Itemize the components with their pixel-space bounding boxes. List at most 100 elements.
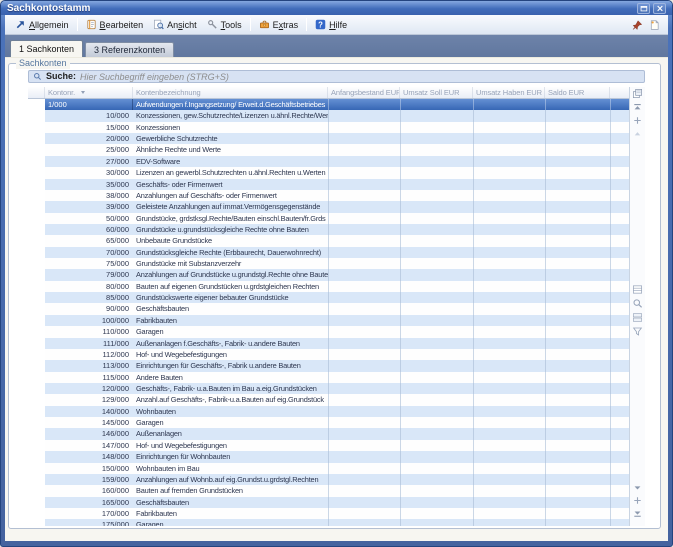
row-gutter	[28, 440, 45, 451]
table-row[interactable]: 159/000Anzahlungen auf Wohnb.auf eig.Gru…	[28, 474, 629, 485]
amount-cell	[473, 235, 545, 246]
column-header-kontenbezeichnung[interactable]: Kontenbezeichnung	[133, 87, 328, 98]
amount-cell	[400, 303, 473, 314]
table-row[interactable]: 60/000Grundstücke u.grundstücksgleiche R…	[28, 224, 629, 235]
table-row[interactable]: 79/000Anzahlungen auf Grundstücke u.grun…	[28, 269, 629, 280]
table-row[interactable]: 90/000Geschäftsbauten	[28, 303, 629, 314]
restore-button[interactable]	[637, 3, 650, 14]
amount-cell	[545, 292, 610, 303]
table-row[interactable]: 147/000Hof- und Wegebefestigungen	[28, 440, 629, 451]
row-gutter	[28, 133, 45, 144]
filter-icon[interactable]	[632, 326, 643, 337]
tab-3-referenzkonten[interactable]: 3 Referenzkonten	[85, 42, 174, 57]
column-header-umsatz-soll-eur[interactable]: Umsatz Soll EUR	[400, 87, 473, 98]
table-row[interactable]: 75/000Grundstücke mit Substanzverzehr	[28, 258, 629, 269]
account-name-cell: Aufwendungen f.Ingangsetzung/ Erweit.d.G…	[133, 99, 328, 110]
scroll-up-pale-icon[interactable]	[632, 128, 643, 139]
amount-cell	[328, 519, 400, 526]
table-row[interactable]: 35/000Geschäfts- oder Firmenwert	[28, 179, 629, 190]
amount-cell	[328, 281, 400, 292]
table-row[interactable]: 112/000Hof- und Wegebefestigungen	[28, 349, 629, 360]
table-row[interactable]: 113/000Einrichtungen für Geschäfts-, Fab…	[28, 360, 629, 371]
amount-cell	[328, 326, 400, 337]
amount-cell	[400, 201, 473, 212]
close-button[interactable]	[653, 3, 666, 14]
table-row[interactable]: 25/000Ähnliche Rechte und Werte	[28, 144, 629, 155]
scroll-down-plus-icon[interactable]	[632, 495, 643, 506]
menu-item-bearbeiten[interactable]: Bearbeiten	[81, 17, 149, 32]
account-number-cell: 27/000	[45, 156, 133, 167]
account-number-cell: 160/000	[45, 485, 133, 496]
table-row[interactable]: 100/000Fabrikbauten	[28, 315, 629, 326]
table-row[interactable]: 85/000Grundstückswerte eigener bebauter …	[28, 292, 629, 303]
account-number-cell: 1/000	[45, 99, 133, 110]
scroll-top-icon[interactable]	[632, 102, 643, 113]
table-row[interactable]: 110/000Garagen	[28, 326, 629, 337]
table-row[interactable]: 70/000Grundstücksgleiche Rechte (Erbbaur…	[28, 247, 629, 258]
table-row[interactable]: 65/000Unbebaute Grundstücke	[28, 235, 629, 246]
table-row[interactable]: 165/000Geschäftsbauten	[28, 497, 629, 508]
row-gutter	[28, 110, 45, 121]
amount-cell	[473, 383, 545, 394]
table-row[interactable]: 146/000Außenanlagen	[28, 428, 629, 439]
table-row[interactable]: 1/000Aufwendungen f.Ingangsetzung/ Erwei…	[28, 99, 629, 110]
table-row[interactable]: 50/000Grundstücke, grdstksgl.Rechte/Baut…	[28, 213, 629, 224]
table-row[interactable]: 160/000Bauten auf fremden Grundstücken	[28, 485, 629, 496]
content-area: Sachkonten Suche: Kontonr.Kontenbezeichn…	[5, 58, 668, 541]
table-row[interactable]: 145/000Garagen	[28, 417, 629, 428]
column-header-umsatz-haben-eur[interactable]: Umsatz Haben EUR	[473, 87, 545, 98]
tab-1-sachkonten[interactable]: 1 Sachkonten	[10, 40, 83, 57]
zoom-icon[interactable]	[632, 298, 643, 309]
table-row[interactable]: 175/000Garagen	[28, 519, 629, 526]
search-input[interactable]	[80, 71, 640, 82]
account-name-cell: Einrichtungen für Geschäfts-, Fabrik u.a…	[133, 360, 328, 371]
amount-cell	[400, 122, 473, 133]
menu-item-ansicht[interactable]: Ansicht	[148, 17, 202, 32]
menu-item-tools[interactable]: Tools	[202, 17, 247, 32]
table-row[interactable]: 20/000Gewerbliche Schutzrechte	[28, 133, 629, 144]
account-number-cell: 120/000	[45, 383, 133, 394]
table-row[interactable]: 30/000Lizenzen an gewerbl.Schutzrechten …	[28, 167, 629, 178]
amount-cell	[473, 156, 545, 167]
menu-item-allgemein[interactable]: Allgemein	[10, 17, 74, 32]
row-gutter	[28, 213, 45, 224]
amount-cell	[400, 508, 473, 519]
table-row[interactable]: 10/000Konzessionen, gew.Schutzrechte/Liz…	[28, 110, 629, 121]
menu-item-hilfe[interactable]: ?Hilfe	[310, 17, 352, 32]
table-row[interactable]: 140/000Wohnbauten	[28, 406, 629, 417]
amount-cell	[545, 463, 610, 474]
view-grid-icon[interactable]	[632, 284, 643, 295]
row-extra-space	[610, 315, 629, 326]
search-bar[interactable]: Suche:	[28, 70, 645, 83]
table-row[interactable]: 15/000Konzessionen	[28, 122, 629, 133]
amount-cell	[473, 338, 545, 349]
column-chooser-icon[interactable]	[632, 88, 643, 99]
amount-cell	[400, 110, 473, 121]
app-window: Sachkontostamm AllgemeinBearbeitenAnsich…	[0, 0, 673, 547]
scroll-down-icon[interactable]	[632, 482, 643, 493]
menu-item-extras[interactable]: Extras	[254, 17, 304, 32]
table-row[interactable]: 170/000Fabrikbauten	[28, 508, 629, 519]
column-header-kontonr[interactable]: Kontonr.	[45, 87, 133, 98]
table-row[interactable]: 80/000Bauten auf eigenen Grundstücken u.…	[28, 281, 629, 292]
table-row[interactable]: 120/000Geschäfts-, Fabrik- u.a.Bauten im…	[28, 383, 629, 394]
table-row[interactable]: 111/000Außenanlagen f.Geschäfts-, Fabrik…	[28, 338, 629, 349]
column-header-anfangsbestand-eur[interactable]: Anfangsbestand EUR	[328, 87, 400, 98]
amount-cell	[328, 179, 400, 190]
table-row[interactable]: 115/000Andere Bauten	[28, 372, 629, 383]
amount-cell	[328, 213, 400, 224]
table-row[interactable]: 38/000Anzahlungen auf Geschäfts- oder Fi…	[28, 190, 629, 201]
scroll-up-icon[interactable]	[632, 115, 643, 126]
row-gutter	[28, 269, 45, 280]
note-icon[interactable]	[649, 19, 660, 31]
table-row[interactable]: 27/000EDV-Software	[28, 156, 629, 167]
cards-icon[interactable]	[632, 312, 643, 323]
table-row[interactable]: 129/000Anzahl.auf Geschäfts-, Fabrik-u.a…	[28, 394, 629, 405]
pin-icon[interactable]	[632, 19, 643, 31]
table-row[interactable]: 148/000Einrichtungen für Wohnbauten	[28, 451, 629, 462]
scroll-bottom-icon[interactable]	[632, 508, 643, 519]
table-row[interactable]: 39/000Geleistete Anzahlungen auf immat.V…	[28, 201, 629, 212]
amount-cell	[545, 235, 610, 246]
table-row[interactable]: 150/000Wohnbauten im Bau	[28, 463, 629, 474]
column-header-saldo-eur[interactable]: Saldo EUR	[545, 87, 610, 98]
